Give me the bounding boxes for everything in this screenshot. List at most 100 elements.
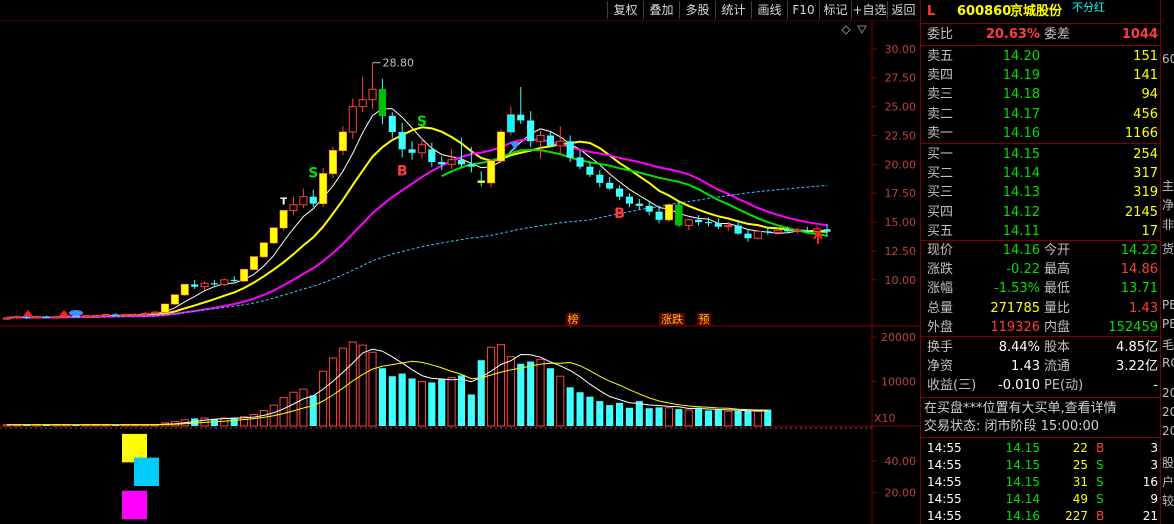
- toolbar-button-7[interactable]: +自选: [851, 1, 887, 19]
- signal-candle: [161, 304, 169, 313]
- toolbar-button-5[interactable]: F10: [787, 1, 819, 19]
- candle-body: [12, 316, 21, 319]
- volume-bar: [338, 347, 347, 427]
- kline-chart[interactable]: 10.00 12.50 15.00 17.50 20.00 22.50 25.00 27.50…: [0, 20, 919, 524]
- stock-name[interactable]: 京城股份: [1010, 2, 1062, 21]
- signal-B: B: [397, 163, 408, 179]
- tick-time: 14:55: [927, 492, 962, 506]
- candle-body: [42, 316, 51, 318]
- candle-body: [714, 223, 722, 227]
- candle-body: [447, 159, 456, 165]
- volume-bar: [684, 409, 693, 427]
- volume-bar: [586, 396, 594, 426]
- toolbar-button-4[interactable]: 画线: [751, 1, 787, 19]
- triangle-down-icon: [857, 25, 867, 35]
- level-label: 卖四: [927, 68, 954, 84]
- tick-side: B: [1096, 509, 1105, 523]
- price-tick-label: 30.00: [885, 43, 917, 56]
- big-order-notice[interactable]: 在买盘***位置有大买单,查看详情: [924, 399, 1117, 418]
- candle-body: [220, 279, 229, 285]
- stat-value: 13.71: [1120, 281, 1158, 297]
- tick-time: 14:55: [927, 458, 962, 472]
- volume-tick-label: 10000: [881, 376, 916, 389]
- tick-count: 3: [1150, 441, 1158, 455]
- signal-candle: [250, 256, 258, 270]
- signal-candle: [497, 132, 505, 161]
- toolbar-button-0[interactable]: 复权: [607, 1, 643, 19]
- candle-body: [368, 88, 377, 101]
- candle-body: [645, 205, 653, 212]
- ma-line: [6, 138, 828, 319]
- candle-body: [428, 149, 436, 163]
- candle-body: [586, 166, 594, 175]
- tick-time: 14:55: [927, 475, 962, 489]
- candle-body: [753, 230, 762, 239]
- level-label: 买二: [927, 166, 954, 182]
- candle-body: [546, 135, 554, 146]
- chart-toolbar: 复权 叠加 多股 统计 画线 F10 标记 +自选 返回: [0, 0, 919, 20]
- stock-code[interactable]: 600860: [957, 2, 1011, 21]
- toolbar-button-6[interactable]: 标记: [819, 1, 851, 19]
- tick-volume: 31: [1072, 475, 1088, 489]
- edge-label: 20: [1162, 405, 1174, 419]
- level-label: 卖五: [927, 49, 954, 64]
- candle-body: [23, 316, 31, 318]
- volume-bar: [289, 391, 298, 427]
- volume-bar: [378, 368, 386, 426]
- candle-body: [734, 225, 742, 234]
- volume-bar: [566, 387, 574, 426]
- tick-time: 14:55: [927, 441, 962, 455]
- signal-candle: [240, 269, 248, 281]
- edge-label: 20: [1162, 424, 1174, 438]
- level-price: 14.11: [1002, 223, 1040, 239]
- signal-candle: [171, 294, 179, 305]
- candle-body: [299, 196, 308, 206]
- price-tick-label: 15.00: [885, 216, 917, 229]
- stat-value: 14.86: [1120, 262, 1158, 278]
- cloud-icon: [69, 310, 83, 316]
- level-label: 卖一: [927, 125, 954, 141]
- stat-value: 3.22亿: [1116, 359, 1158, 375]
- stat-value: 1.43: [1011, 359, 1040, 375]
- toolbar-button-8[interactable]: 返回: [887, 1, 919, 19]
- indicator-block: [134, 457, 159, 487]
- adjust-mode[interactable]: 不分红: [1072, 0, 1105, 17]
- level-label: 买五: [927, 223, 954, 239]
- stat-value: 1.43: [1129, 300, 1158, 316]
- candle-body: [566, 141, 574, 158]
- side-info-strip: 60 主净非货 PE PE 毛 RO 20 20 20 股户较: [1160, 0, 1174, 524]
- price-tick-label: 20.00: [885, 158, 917, 171]
- signal-candle: [260, 242, 268, 257]
- volume-bar: [428, 382, 436, 426]
- edge-label: 净: [1162, 198, 1174, 212]
- toolbar-button-1[interactable]: 叠加: [643, 1, 679, 19]
- volume-bar: [487, 346, 496, 427]
- candle-body: [2, 317, 11, 320]
- diamond-icon: [510, 142, 520, 150]
- volume-tick-label: 20000: [881, 331, 916, 344]
- level-volume: 319: [1133, 185, 1158, 201]
- level-volume: 317: [1133, 166, 1158, 182]
- toolbar-button-2[interactable]: 多股: [679, 1, 715, 19]
- volume-bar: [695, 407, 703, 426]
- toolbar-button-3[interactable]: 统计: [715, 1, 751, 19]
- event-tag: 预: [699, 313, 710, 326]
- volume-bar: [398, 373, 406, 426]
- edge-label: 较: [1162, 494, 1174, 508]
- tick-side: S: [1096, 492, 1104, 506]
- candle-body: [823, 229, 831, 232]
- candle-body: [388, 115, 396, 133]
- edge-label: 货: [1162, 242, 1174, 256]
- volume-bar: [230, 417, 238, 426]
- candle-body: [457, 159, 466, 165]
- volume-bar: [279, 397, 288, 427]
- candle-body: [200, 282, 209, 288]
- event-tag: 榜: [568, 312, 579, 326]
- tick-side: B: [1096, 441, 1105, 455]
- level-label: 卖二: [927, 106, 954, 122]
- buy-arrow-icon: [59, 310, 69, 316]
- volume-bar: [744, 410, 752, 426]
- candle-body: [438, 162, 446, 165]
- volume-bar: [417, 381, 426, 427]
- level-price: 14.20: [1002, 49, 1040, 64]
